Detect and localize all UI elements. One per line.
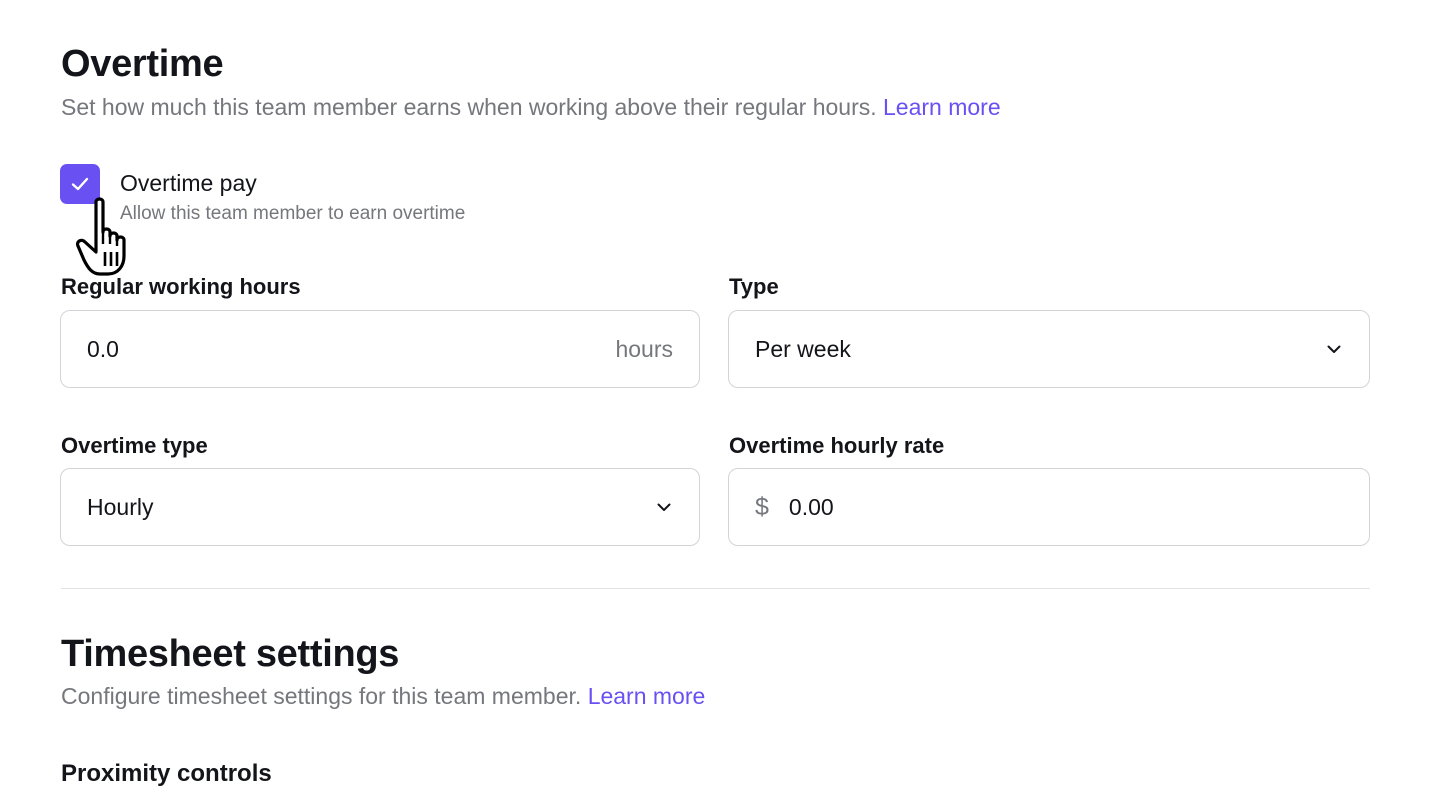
timesheet-learn-more-link[interactable]: Learn more (588, 683, 706, 709)
regular-hours-input[interactable]: 0.0 hours (60, 310, 700, 388)
currency-prefix: $ (755, 492, 769, 521)
overtime-learn-more-link[interactable]: Learn more (883, 94, 1001, 120)
type-value: Per week (755, 335, 851, 362)
page: Overtime Set how much this team member e… (0, 0, 1440, 800)
overtime-pay-label[interactable]: Overtime pay (120, 170, 257, 197)
timesheet-description-text: Configure timesheet settings for this te… (61, 683, 582, 709)
overtime-rate-label: Overtime hourly rate (729, 433, 945, 458)
section-divider (61, 588, 1370, 589)
overtime-title: Overtime (61, 43, 224, 85)
overtime-description: Set how much this team member earns when… (61, 94, 1001, 121)
regular-hours-label: Regular working hours (61, 274, 301, 299)
overtime-rate-value[interactable]: 0.00 (789, 494, 1343, 521)
type-label: Type (729, 274, 779, 299)
chevron-down-icon (655, 498, 673, 516)
overtime-pay-hint: Allow this team member to earn overtime (120, 203, 466, 224)
overtime-type-label: Overtime type (61, 433, 208, 458)
timesheet-description: Configure timesheet settings for this te… (61, 683, 705, 710)
type-select[interactable]: Per week (728, 310, 1370, 388)
proximity-controls-title: Proximity controls (61, 760, 272, 787)
timesheet-title: Timesheet settings (61, 633, 400, 675)
regular-hours-suffix: hours (615, 335, 673, 362)
overtime-type-select[interactable]: Hourly (60, 468, 700, 546)
overtime-description-text: Set how much this team member earns when… (61, 94, 877, 120)
chevron-down-icon (1325, 340, 1343, 358)
check-icon (71, 177, 89, 191)
overtime-rate-input[interactable]: $ 0.00 (728, 468, 1370, 546)
overtime-type-value: Hourly (87, 493, 154, 520)
regular-hours-value[interactable]: 0.0 (87, 336, 615, 363)
overtime-pay-checkbox[interactable] (60, 164, 100, 204)
